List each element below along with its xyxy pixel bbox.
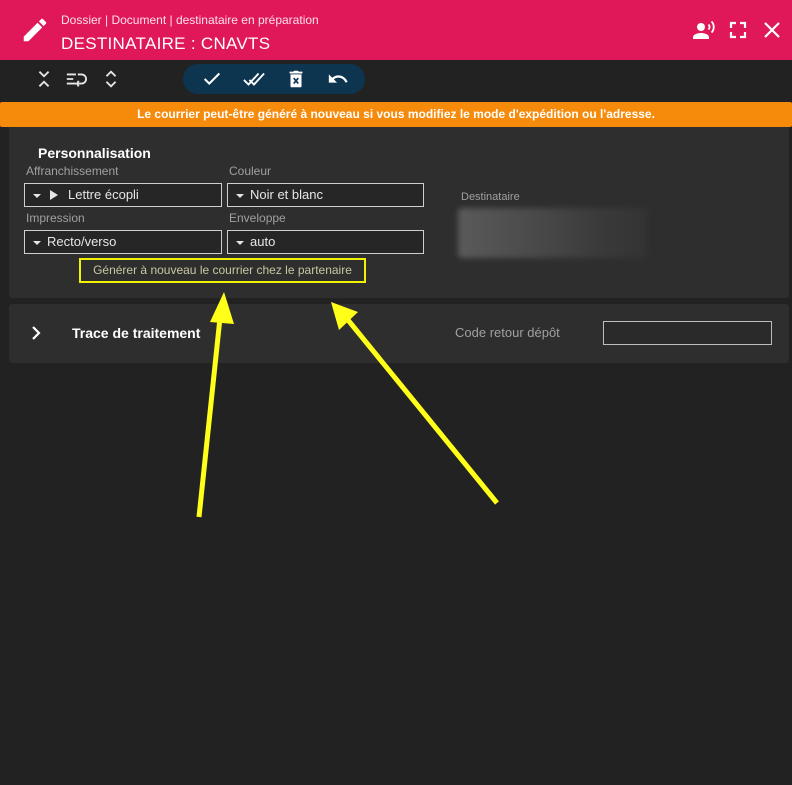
annotation-arrow-right <box>346 318 499 505</box>
annotation-arrow-left <box>196 317 223 518</box>
annotation-arrows <box>196 292 499 518</box>
arrowhead-left <box>210 292 234 324</box>
